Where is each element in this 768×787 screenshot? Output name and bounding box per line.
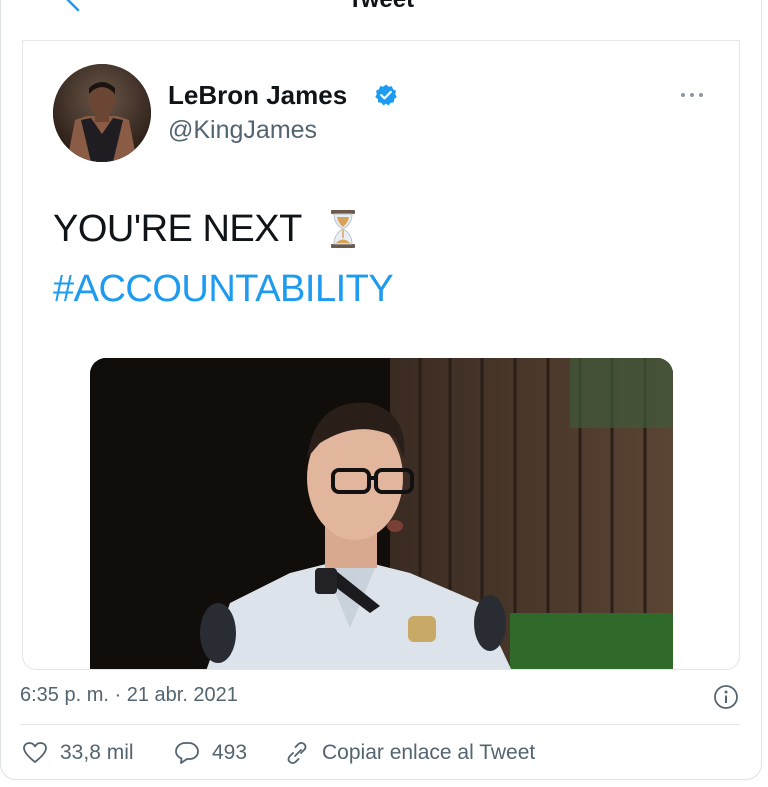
- divider: [20, 724, 740, 725]
- author-name[interactable]: LeBron James: [168, 80, 347, 111]
- header-bar: Tweet: [22, 0, 740, 41]
- info-icon[interactable]: [713, 684, 739, 710]
- video-frame: [90, 358, 673, 669]
- verified-badge-icon: [375, 84, 397, 106]
- page-title: Tweet: [22, 0, 740, 14]
- reply-count[interactable]: 493: [212, 741, 247, 765]
- tweet-card: LeBron James @KingJames YOU'RE NEXT #ACC…: [22, 40, 740, 670]
- like-count[interactable]: 33,8 mil: [60, 741, 134, 765]
- tweet-timestamp[interactable]: 6:35 p. m. · 21 abr. 2021: [20, 684, 238, 707]
- avatar[interactable]: [53, 64, 151, 162]
- action-bar: 33,8 mil 493 Copiar enlace al Tweet: [0, 735, 762, 771]
- author-handle[interactable]: @KingJames: [168, 116, 317, 145]
- reply-icon[interactable]: [174, 741, 200, 765]
- video-media[interactable]: [90, 358, 673, 669]
- link-icon[interactable]: [284, 741, 310, 765]
- more-icon[interactable]: [677, 90, 707, 100]
- tweet-text: YOU'RE NEXT: [53, 208, 302, 250]
- heart-icon[interactable]: [22, 741, 48, 765]
- copy-link-action[interactable]: Copiar enlace al Tweet: [322, 741, 535, 765]
- avatar-image: [53, 64, 151, 162]
- hashtag-link[interactable]: #ACCOUNTABILITY: [53, 268, 394, 311]
- hourglass-icon: [331, 210, 355, 248]
